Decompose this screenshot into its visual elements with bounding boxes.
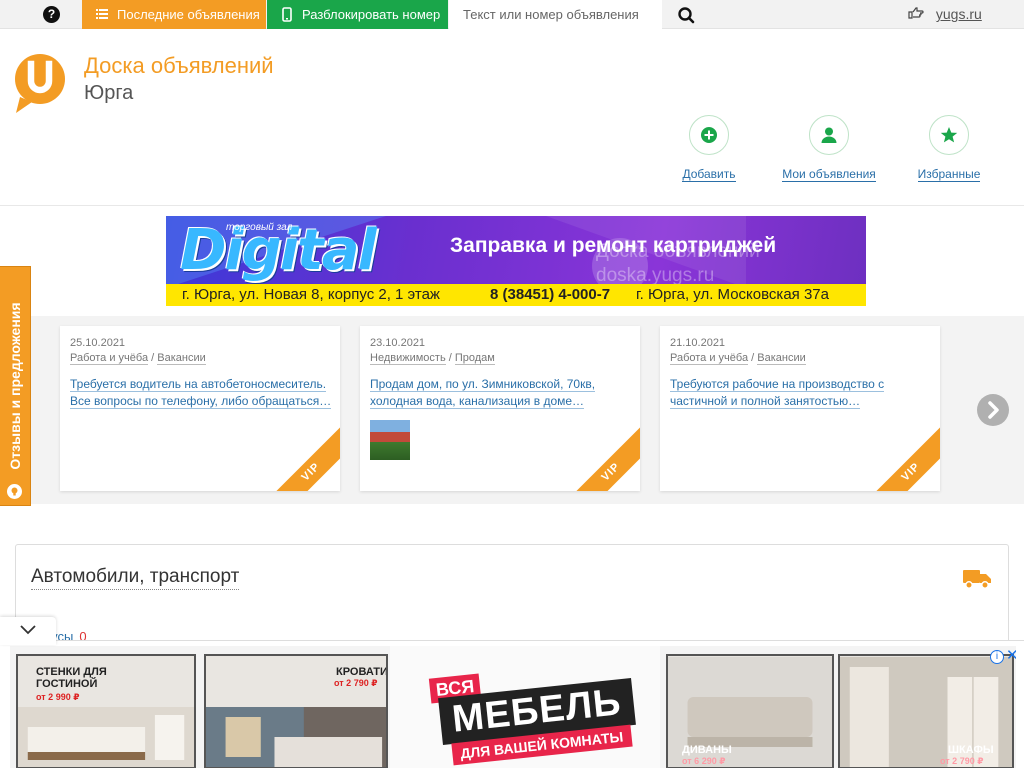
- banner-brand-small: торговый зал: [226, 222, 293, 233]
- last-ads-label: Последние объявления: [117, 7, 260, 22]
- bottom-ad-container: СТЕНКИ ДЛЯ ГОСТИНОЙ от 2 990 ₽ КРОВАТИ о…: [0, 640, 1024, 768]
- listing-title: Требуются рабочие на производство с част…: [670, 377, 885, 409]
- ad-tile-price: от 2 790 ₽: [334, 678, 378, 688]
- favorites-button[interactable]: Избранные: [894, 115, 1004, 182]
- vip-badge: VIP: [564, 425, 640, 491]
- top-bar: ? Последние объявления Разблокировать но…: [0, 0, 1024, 29]
- listing-title: Продам дом, по ул. Зимниковской, 70кв, х…: [370, 377, 596, 409]
- ad-tile-price: от 2 790 ₽: [940, 756, 984, 766]
- listing-breadcrumb: Работа и учёба / Вакансии: [70, 352, 206, 365]
- site-domain-link[interactable]: yugs.ru: [936, 6, 982, 22]
- listing-category-link[interactable]: Работа и учёба: [670, 352, 749, 365]
- carousel-next-button[interactable]: [977, 394, 1009, 426]
- my-ads-label: Мои объявления: [782, 167, 876, 182]
- ad-tile-price: от 2 990 ₽: [36, 692, 80, 702]
- ad-tile-wardrobes[interactable]: ШКАФЫ от 2 790 ₽: [838, 654, 1014, 768]
- chevron-right-icon: [988, 401, 999, 419]
- listing-title-link[interactable]: Требуется водитель на автобетоносмесител…: [70, 376, 332, 410]
- favorites-label: Избранные: [917, 167, 981, 182]
- ad-tile-price: от 6 290 ₽: [682, 756, 726, 766]
- add-ad-label: Добавить: [682, 167, 736, 182]
- site-title: Доска объявлений: [84, 53, 274, 78]
- star-icon: [929, 115, 969, 155]
- header-divider: [0, 205, 1024, 206]
- listing-category-link[interactable]: Работа и учёба: [70, 352, 149, 365]
- listing-date: 23.10.2021: [370, 337, 426, 349]
- last-ads-button[interactable]: Последние объявления: [82, 0, 266, 29]
- listing-subcategory-link[interactable]: Вакансии: [757, 352, 806, 365]
- vip-listings-carousel: 25.10.2021 Работа и учёба / Вакансии Тре…: [0, 316, 1024, 504]
- listing-title-link[interactable]: Продам дом, по ул. Зимниковской, 70кв, х…: [370, 376, 632, 410]
- unlock-number-button[interactable]: Разблокировать номер: [267, 0, 448, 29]
- listing-card[interactable]: 21.10.2021 Работа и учёба / Вакансии Тре…: [660, 326, 940, 491]
- unlock-number-label: Разблокировать номер: [302, 7, 441, 22]
- plus-circle-icon: [689, 115, 729, 155]
- ad-info-icon[interactable]: i: [990, 650, 1004, 664]
- ad-tile-title: ДИВАНЫ: [682, 744, 732, 756]
- listing-title-link[interactable]: Требуются рабочие на производство с част…: [670, 376, 932, 410]
- listing-title: Требуется водитель на автобетоносмесител…: [70, 377, 332, 409]
- vip-badge: VIP: [864, 425, 940, 491]
- site-link[interactable]: yugs.ru: [908, 6, 982, 22]
- listing-card[interactable]: 25.10.2021 Работа и учёба / Вакансии Тре…: [60, 326, 340, 491]
- ad-tile-title: СТЕНКИ ДЛЯ ГОСТИНОЙ: [36, 666, 107, 690]
- banner-address-left: г. Юрга, ул. Новая 8, корпус 2, 1 этаж: [182, 286, 440, 303]
- phone-icon: [281, 0, 293, 40]
- listing-breadcrumb: Работа и учёба / Вакансии: [670, 352, 806, 365]
- ad-tile-title: ШКАФЫ: [948, 744, 994, 756]
- banner-address-strip: г. Юрга, ул. Новая 8, корпус 2, 1 этаж 8…: [166, 284, 866, 306]
- ad-close-icon[interactable]: ✕: [1006, 648, 1016, 664]
- furniture-ad[interactable]: СТЕНКИ ДЛЯ ГОСТИНОЙ от 2 990 ₽ КРОВАТИ о…: [10, 646, 1016, 768]
- vip-badge: VIP: [264, 425, 340, 491]
- banner-phone: 8 (38451) 4-000-7: [490, 286, 611, 303]
- listing-card[interactable]: 23.10.2021 Недвижимость / Продам Продам …: [360, 326, 640, 491]
- listing-date: 21.10.2021: [670, 337, 726, 349]
- chevron-down-icon: [20, 625, 36, 635]
- ad-headline[interactable]: ВСЯ МЕБЕЛЬ ДЛЯ ВАШЕЙ КОМНАТЫ: [390, 646, 660, 768]
- ad-tile-title: КРОВАТИ: [336, 666, 388, 678]
- city-name: Юрга: [84, 82, 134, 104]
- list-icon: [96, 0, 108, 40]
- lightbulb-icon: [7, 484, 22, 499]
- truck-icon: [962, 565, 992, 591]
- ad-tile-beds[interactable]: КРОВАТИ от 2 790 ₽: [204, 654, 388, 768]
- my-ads-button[interactable]: Мои объявления: [774, 115, 884, 182]
- listing-breadcrumb: Недвижимость / Продам: [370, 352, 495, 365]
- watermark-line1: Доска объявлений: [596, 241, 760, 262]
- hand-point-icon: [908, 6, 928, 22]
- search-input[interactable]: [449, 0, 662, 29]
- ad-room-image: [206, 707, 386, 767]
- listing-thumbnail[interactable]: [370, 420, 410, 460]
- banner-address-right: г. Юрга, ул. Московская 37а: [636, 286, 829, 303]
- feedback-label: Отзывы и предложения: [7, 302, 23, 470]
- ad-room-image: [18, 707, 194, 767]
- ad-tile-sofas[interactable]: ДИВАНЫ от 6 290 ₽: [666, 654, 834, 768]
- banner-watermark: Доска объявлений doska.yugs.ru: [596, 240, 760, 288]
- question-icon[interactable]: ?: [43, 6, 60, 23]
- category-title-link[interactable]: Автомобили, транспорт: [31, 565, 240, 590]
- ad-collapse-button[interactable]: [0, 617, 56, 645]
- listing-subcategory-link[interactable]: Продам: [454, 352, 495, 365]
- add-ad-button[interactable]: Добавить: [654, 115, 764, 182]
- ad-tile-walls[interactable]: СТЕНКИ ДЛЯ ГОСТИНОЙ от 2 990 ₽: [16, 654, 196, 768]
- feedback-tab[interactable]: Отзывы и предложения: [0, 266, 31, 506]
- listing-date: 25.10.2021: [70, 337, 126, 349]
- user-icon: [809, 115, 849, 155]
- listing-subcategory-link[interactable]: Вакансии: [157, 352, 206, 365]
- site-logo[interactable]: [14, 53, 66, 115]
- listing-category-link[interactable]: Недвижимость: [370, 352, 446, 365]
- search-icon[interactable]: [666, 3, 706, 27]
- promo-banner[interactable]: Digital торговый зал Заправка и ремонт к…: [166, 216, 866, 306]
